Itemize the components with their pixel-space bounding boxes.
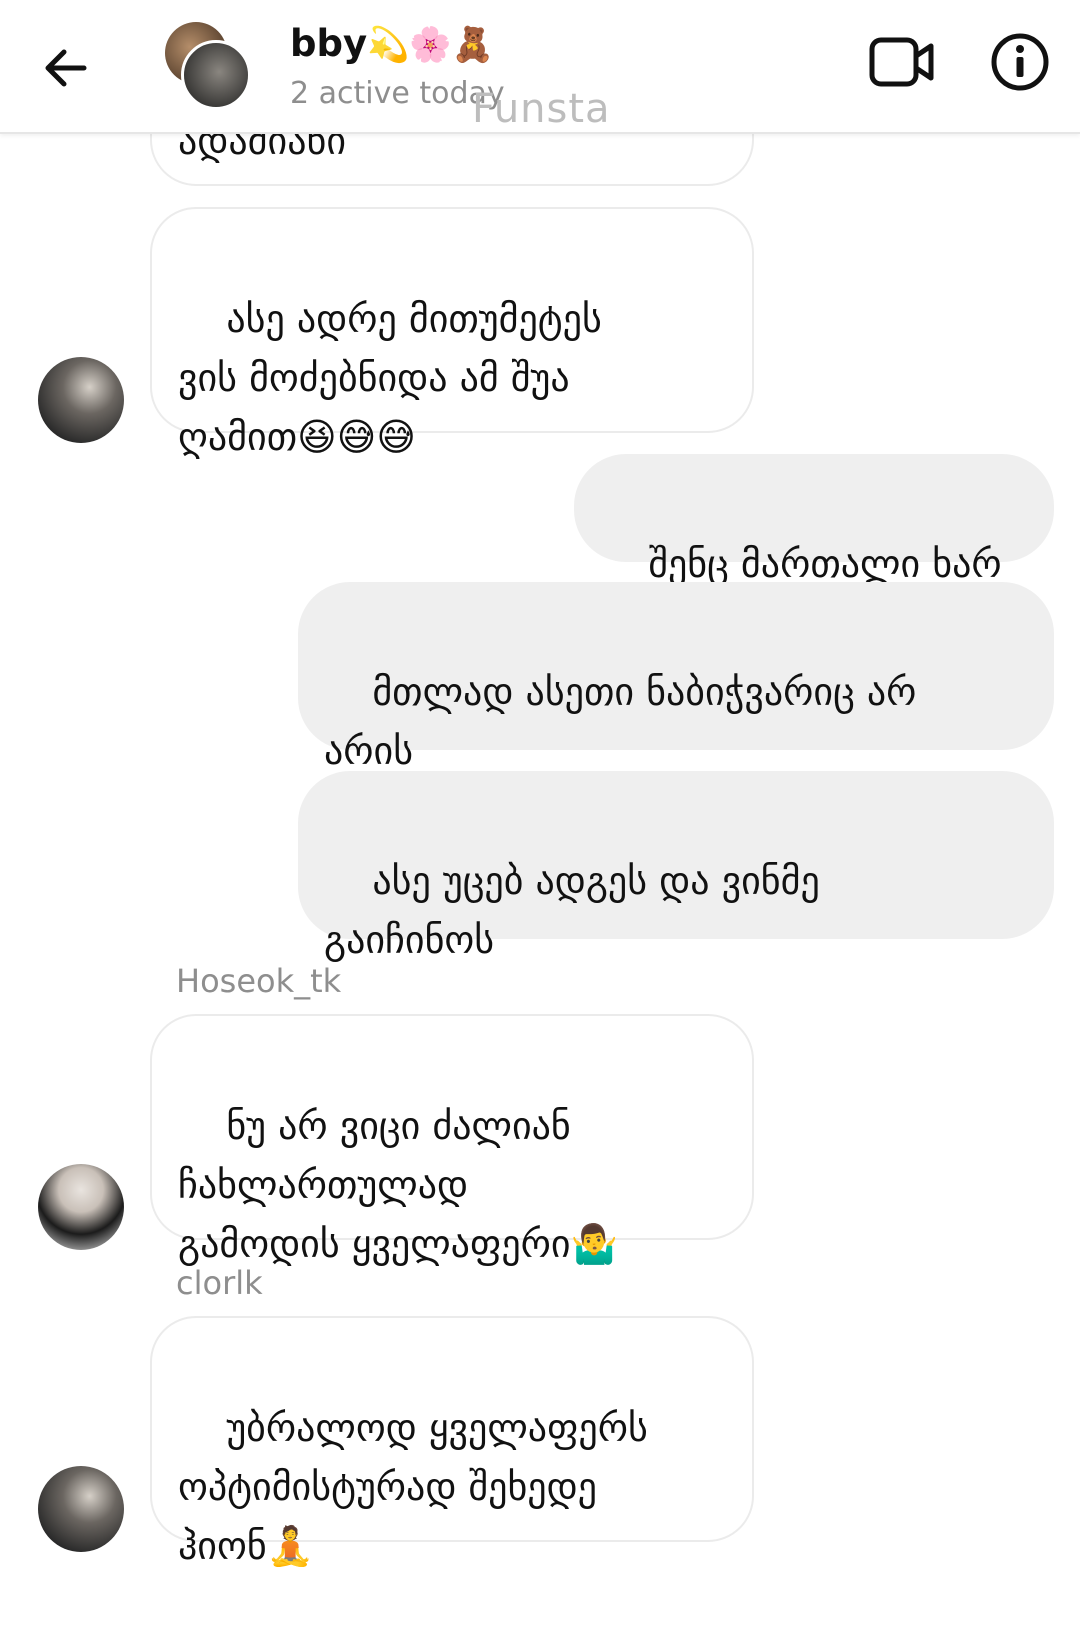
group-avatar[interactable] [165, 22, 255, 112]
group-avatar-front [181, 40, 251, 110]
chat-title[interactable]: bby💫🌸🧸 [290, 22, 494, 65]
message-bubble[interactable]: ასე უცებ ადგეს და ვინმე გაიჩინოს [298, 771, 1054, 962]
message-text: უბრალოდ ყველაფერს ოპტიმისტურად შეხედე ჰი… [178, 1406, 648, 1568]
message-bubble[interactable]: უბრალოდ ყველაფერს ოპტიმისტურად შეხედე ჰი… [150, 1316, 754, 1568]
video-call-button[interactable] [868, 34, 936, 90]
message-text: ნუ არ ვიცი ძალიან ჩახლართულად გამოდის ყვ… [178, 1104, 618, 1266]
watermark: Funsta [472, 86, 611, 132]
chat-header: bby💫🌸🧸 2 active today Funsta [0, 0, 1080, 134]
message-text: შენც მართალი ხარ [648, 542, 1002, 586]
info-button[interactable] [990, 32, 1050, 92]
message-bubble[interactable]: შენც მართალი ხარ [574, 454, 1054, 586]
message-text: ასე ადრე მითუმეტეს ვის მოძებნიდა ამ შუა … [178, 297, 602, 459]
message-text: მთლად ასეთი ნაბიჭვარიც არ არის [324, 670, 917, 773]
chat-title-emoji: 💫🌸🧸 [367, 25, 495, 65]
sender-avatar[interactable] [38, 357, 124, 443]
video-call-icon [869, 37, 934, 87]
info-icon [991, 33, 1049, 91]
sender-name: clorlk [176, 1264, 263, 1302]
sender-avatar[interactable] [38, 1164, 124, 1250]
back-arrow-icon [45, 49, 87, 87]
message-text: ასე უცებ ადგეს და ვინმე გაიჩინოს [324, 859, 820, 962]
sender-avatar[interactable] [38, 1466, 124, 1552]
back-button[interactable] [40, 42, 92, 94]
message-bubble[interactable]: ნუ არ ვიცი ძალიან ჩახლართულად გამოდის ყვ… [150, 1014, 754, 1266]
message-bubble[interactable]: ასე ადრე მითუმეტეს ვის მოძებნიდა ამ შუა … [150, 207, 754, 459]
chat-title-text: bby [290, 22, 368, 65]
sender-name: Hoseok_tk [176, 962, 342, 1000]
message-bubble[interactable]: მთლად ასეთი ნაბიჭვარიც არ არის [298, 582, 1054, 773]
